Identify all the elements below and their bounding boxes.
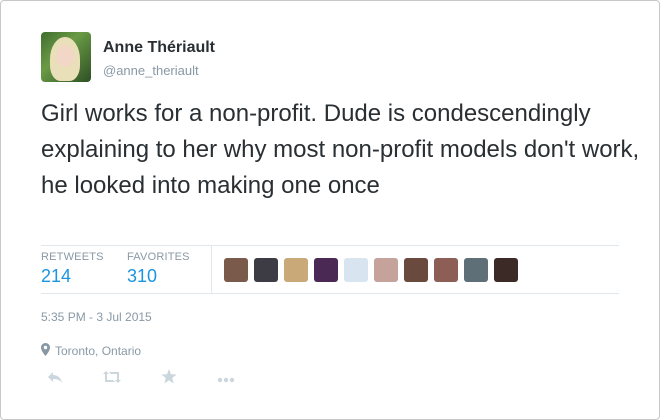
favoriter-avatar[interactable]: [434, 258, 458, 282]
more-icon: [217, 370, 235, 388]
star-icon: [161, 369, 177, 389]
retweet-icon: [102, 370, 122, 389]
favoriter-avatars: [224, 258, 518, 282]
more-button[interactable]: [216, 369, 236, 389]
reply-button[interactable]: [45, 369, 65, 389]
tweet-text: Girl works for a non-profit. Dude is con…: [41, 100, 640, 199]
location-label: Toronto, Ontario: [55, 344, 142, 358]
tweet-actions: [45, 369, 273, 389]
author-name[interactable]: Anne Thériault: [103, 39, 215, 57]
stats-top-divider: [41, 245, 619, 246]
retweets-label: RETWEETS: [41, 251, 104, 263]
retweets-stat[interactable]: RETWEETS 214: [41, 251, 104, 287]
favoriter-avatar[interactable]: [314, 258, 338, 282]
favoriter-avatar[interactable]: [404, 258, 428, 282]
tweet-timestamp[interactable]: 5:35 PM - 3 Jul 2015: [41, 310, 152, 324]
favoriter-avatar[interactable]: [494, 258, 518, 282]
map-pin-icon: [41, 343, 50, 359]
favoriter-avatar[interactable]: [254, 258, 278, 282]
favoriter-avatar[interactable]: [224, 258, 248, 282]
favoriter-avatar[interactable]: [374, 258, 398, 282]
favoriter-avatar[interactable]: [344, 258, 368, 282]
tweet-location[interactable]: Toronto, Ontario: [41, 343, 141, 359]
favoriter-avatar[interactable]: [284, 258, 308, 282]
favoriter-avatar[interactable]: [464, 258, 488, 282]
stats-bottom-divider: [41, 293, 619, 294]
stats-separator: [211, 245, 212, 293]
avatar[interactable]: [41, 32, 91, 82]
retweets-count[interactable]: 214: [41, 266, 104, 287]
favorites-stat[interactable]: FAVORITES 310: [127, 251, 190, 287]
favorite-button[interactable]: [159, 369, 179, 389]
favorites-label: FAVORITES: [127, 251, 190, 263]
author-handle[interactable]: @anne_theriault: [103, 63, 199, 78]
retweet-button[interactable]: [102, 369, 122, 389]
favorites-count[interactable]: 310: [127, 266, 190, 287]
tweet-card: Anne Thériault @anne_theriault Girl work…: [0, 0, 660, 420]
reply-icon: [47, 370, 63, 389]
avatar-face: [56, 45, 74, 67]
